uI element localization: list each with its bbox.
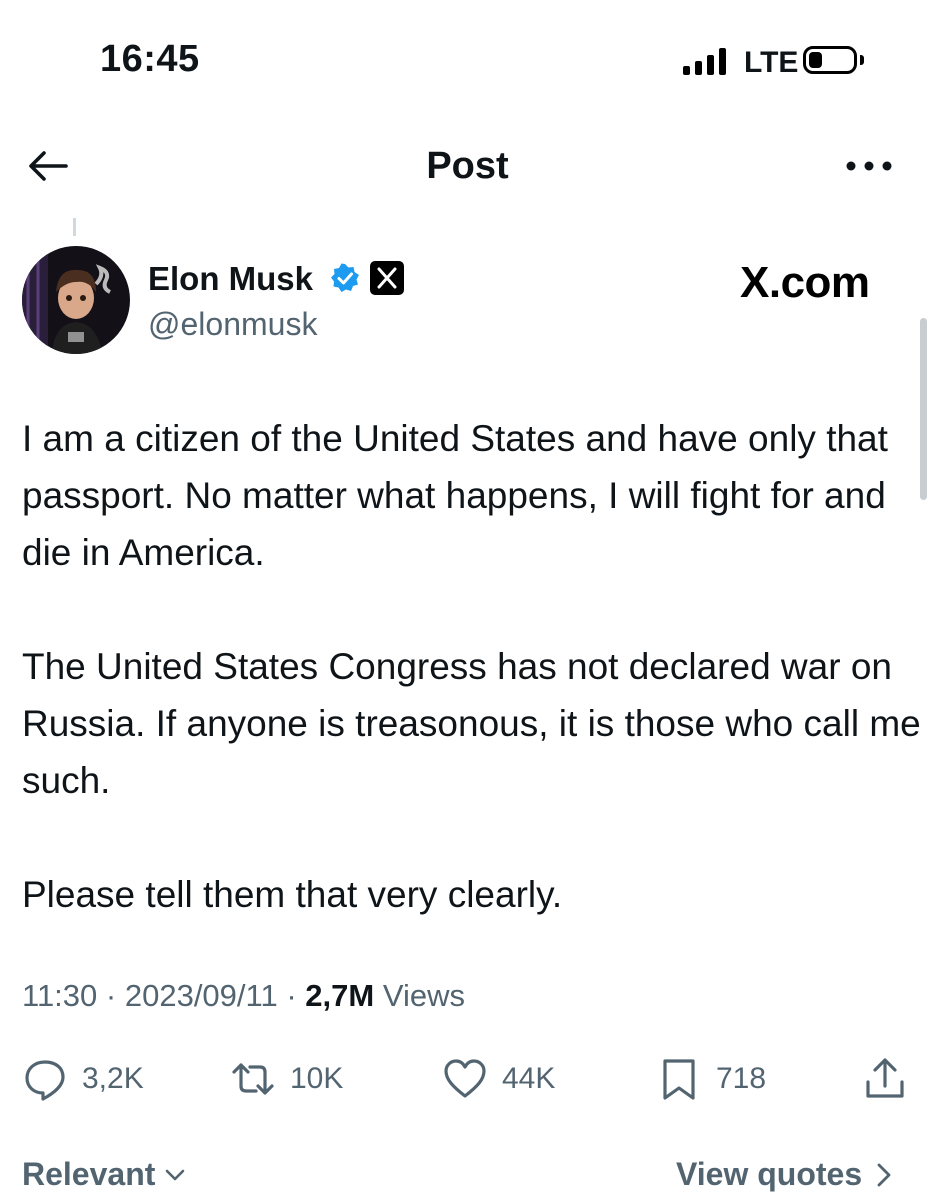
tweet-paragraph: I am a citizen of the United States and … — [22, 418, 888, 573]
battery-terminal — [860, 55, 864, 65]
xcom-watermark: X.com — [740, 258, 870, 307]
tweet-paragraph: The United States Congress has not decla… — [22, 646, 921, 801]
page-title: Post — [426, 145, 509, 187]
battery-icon — [803, 46, 857, 74]
chevron-down-icon — [166, 1169, 185, 1180]
reply-button[interactable]: 3,2K — [22, 1055, 144, 1103]
like-count: 44K — [502, 1062, 556, 1095]
reply-icon — [25, 1060, 65, 1101]
tweet-text: I am a citizen of the United States and … — [22, 410, 922, 923]
author-avatar[interactable] — [22, 246, 130, 354]
tweet-time: 11:30 — [22, 978, 98, 1013]
views-label: Views — [382, 978, 465, 1013]
signal-strength-icon — [683, 47, 726, 75]
like-button[interactable]: 44K — [442, 1055, 555, 1103]
bookmark-button[interactable]: 718 — [656, 1055, 766, 1103]
tweet-meta: 11:30 · 2023/09/11 · 2,7M Views — [22, 978, 465, 1014]
reply-count: 3,2K — [82, 1062, 144, 1095]
meta-separator: · — [286, 978, 297, 1013]
sort-label: Relevant — [22, 1156, 156, 1192]
bookmark-count: 718 — [716, 1062, 767, 1095]
bookmark-icon — [663, 1059, 695, 1100]
views-count[interactable]: 2,7M — [305, 978, 374, 1013]
view-quotes-label: View quotes — [676, 1156, 863, 1192]
battery-level — [809, 52, 822, 68]
chevron-right-icon — [877, 1163, 891, 1186]
tweet-paragraph: Please tell them that very clearly. — [22, 874, 563, 915]
verified-badge-icon — [330, 263, 360, 293]
repost-button[interactable]: 10K — [230, 1055, 343, 1103]
share-icon — [866, 1058, 904, 1098]
x-affiliate-badge-icon — [370, 261, 404, 295]
author-name[interactable]: Elon Musk — [148, 260, 313, 298]
repost-count: 10K — [290, 1062, 344, 1095]
view-quotes-link[interactable]: View quotes — [676, 1156, 894, 1193]
thread-connector-line — [73, 218, 76, 236]
more-options-icon[interactable] — [844, 156, 894, 176]
repost-icon — [232, 1063, 274, 1095]
meta-separator: · — [105, 978, 117, 1013]
status-time: 16:45 — [100, 38, 200, 80]
heart-icon — [444, 1059, 486, 1098]
network-type: LTE — [744, 46, 799, 79]
sort-replies-dropdown[interactable]: Relevant — [22, 1156, 187, 1193]
tweet-date: 2023/09/11 — [124, 978, 278, 1013]
share-button[interactable] — [862, 1055, 908, 1103]
author-handle[interactable]: @elonmusk — [148, 306, 317, 343]
